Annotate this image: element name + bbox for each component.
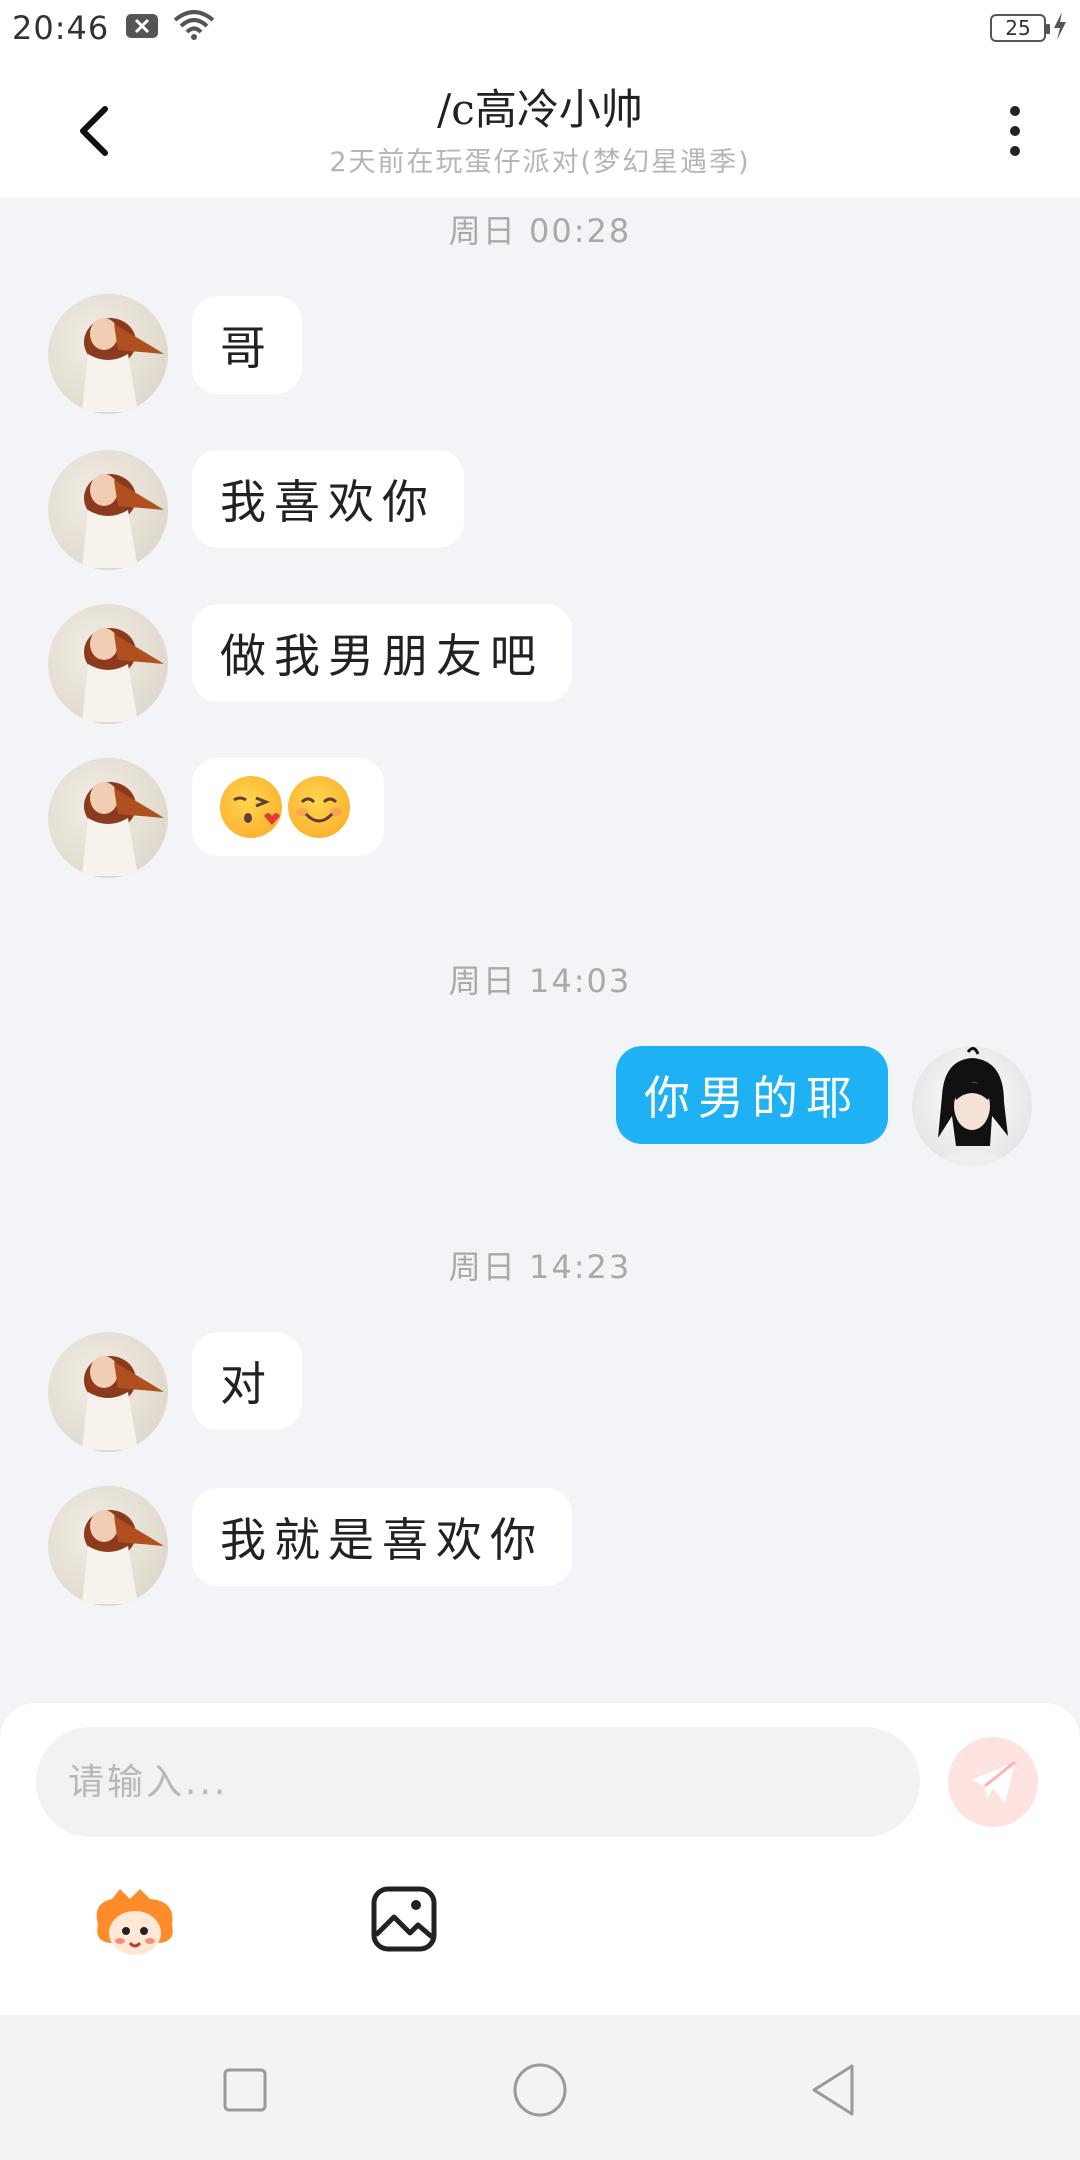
send-button[interactable]	[948, 1737, 1038, 1827]
message-bubble-incoming[interactable]: 对	[192, 1332, 302, 1430]
recents-button[interactable]	[210, 2055, 280, 2125]
battery-icon: 25	[990, 14, 1050, 42]
message-text: 你男的耶	[644, 1071, 860, 1125]
image-icon	[371, 1886, 437, 1952]
status-right: 25	[990, 11, 1068, 45]
message-list[interactable]: 周日 00:28 哥 我喜欢你 做我男朋友吧 周日 14:03 你男的耶 周日 …	[0, 198, 1080, 1703]
image-picker-button[interactable]	[370, 1885, 438, 1953]
message-text: 我喜欢你	[220, 475, 436, 529]
message-text: 对	[220, 1357, 274, 1411]
my-avatar[interactable]	[912, 1046, 1032, 1166]
contact-avatar[interactable]	[48, 758, 168, 878]
contact-avatar[interactable]	[48, 604, 168, 724]
message-text: 做我男朋友吧	[220, 629, 544, 683]
contact-name: /c高冷小帅	[437, 85, 643, 134]
chat-header: /c高冷小帅 2天前在玩蛋仔派对(梦幻星遇季)	[0, 56, 1080, 198]
message-input[interactable]	[36, 1727, 920, 1837]
emoji-mascot-button[interactable]	[90, 1885, 180, 1961]
message-bubble-outgoing[interactable]: 你男的耶	[616, 1046, 888, 1144]
status-icons	[125, 10, 215, 46]
message-text: 我就是喜欢你	[220, 1513, 544, 1567]
time-separator: 周日 00:28	[448, 212, 632, 250]
more-dot-icon	[1010, 146, 1020, 156]
battery-level: 25	[1005, 16, 1031, 40]
charging-icon	[1052, 11, 1068, 45]
more-options-button[interactable]	[990, 96, 1040, 166]
wifi-icon	[173, 10, 215, 46]
message-bubble-incoming[interactable]	[192, 758, 384, 856]
circle-icon	[513, 2063, 567, 2117]
paper-plane-icon	[971, 1760, 1016, 1804]
mascot-icon	[96, 1889, 173, 1955]
time-separator: 周日 14:23	[448, 1248, 632, 1286]
contact-status: 2天前在玩蛋仔派对(梦幻星遇季)	[329, 147, 751, 178]
time-separator: 周日 14:03	[448, 962, 632, 1000]
kissing-face-emoji	[220, 776, 282, 838]
system-navigation-bar	[0, 2015, 1080, 2160]
more-dot-icon	[1010, 126, 1020, 136]
message-bubble-incoming[interactable]: 做我男朋友吧	[192, 604, 572, 702]
contact-avatar[interactable]	[48, 450, 168, 570]
contact-avatar[interactable]	[48, 294, 168, 414]
message-text: 哥	[220, 321, 274, 375]
back-nav-button[interactable]	[798, 2055, 868, 2125]
status-bar: 20:46 25	[0, 0, 1080, 56]
message-bubble-incoming[interactable]: 我喜欢你	[192, 450, 464, 548]
smiling-face-emoji	[288, 776, 350, 838]
home-button[interactable]	[505, 2055, 575, 2125]
more-dot-icon	[1010, 106, 1020, 116]
contact-avatar[interactable]	[48, 1332, 168, 1452]
status-time: 20:46	[12, 9, 110, 47]
notification-muted-icon	[125, 12, 159, 44]
message-bubble-incoming[interactable]: 哥	[192, 296, 302, 394]
square-icon	[223, 2068, 267, 2112]
input-panel	[0, 1703, 1080, 2015]
triangle-back-icon	[812, 2064, 854, 2116]
contact-avatar[interactable]	[48, 1486, 168, 1606]
message-bubble-incoming[interactable]: 我就是喜欢你	[192, 1488, 572, 1586]
